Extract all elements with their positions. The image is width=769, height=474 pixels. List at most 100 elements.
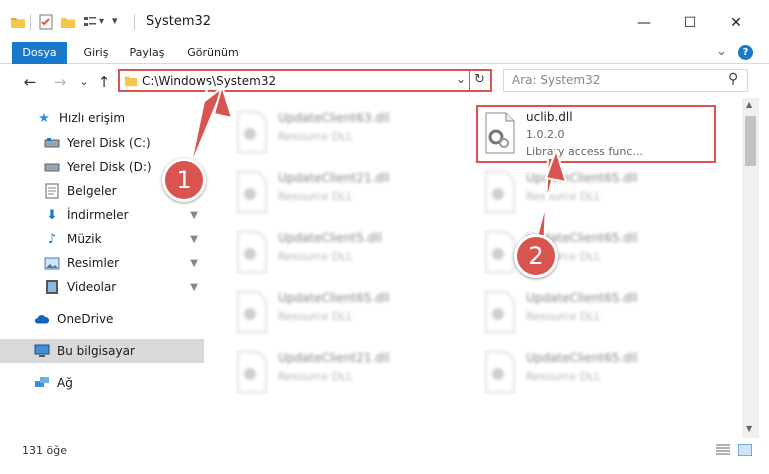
customize-toolbar-icon[interactable]: ▾	[112, 14, 118, 27]
file-type: Resource DLL	[278, 370, 353, 383]
dll-file-icon	[237, 171, 267, 213]
recent-locations-button[interactable]: ⌄	[74, 75, 94, 88]
dll-file-icon	[237, 231, 267, 273]
forward-button[interactable]: →	[50, 73, 70, 91]
dll-file-icon	[485, 351, 515, 393]
tab-home[interactable]: Giriş	[74, 42, 118, 64]
file-type: Resource DLL	[526, 370, 601, 383]
sidebar-item-label: Hızlı erişim	[59, 111, 126, 125]
file-item[interactable]: UpdateClient65.dll Resource DLL	[476, 284, 716, 342]
view-options-icon[interactable]	[82, 14, 98, 30]
file-item[interactable]: UpdateClient65.dll Resource DLL	[476, 224, 716, 282]
file-name: UpdateClient65.dll	[278, 291, 390, 305]
sidebar-item-network[interactable]: Ağ	[0, 371, 204, 395]
dll-file-icon	[237, 291, 267, 333]
view-dropdown-icon[interactable]: ▾	[99, 16, 104, 27]
pin-icon[interactable]: ▼	[190, 282, 198, 293]
address-bar[interactable]: C:\Windows\System32 ⌄ ↻	[118, 69, 492, 92]
new-folder-icon[interactable]	[60, 14, 76, 30]
file-version: 1.0.2.0	[526, 128, 565, 141]
status-bar: 131 öğe	[0, 438, 769, 474]
large-icons-view-icon[interactable]	[738, 444, 752, 456]
ribbon-tabs: Dosya Giriş Paylaş Görünüm ⌄ ?	[0, 42, 769, 64]
computer-icon	[34, 343, 50, 359]
file-list: UpdateClient63.dll Resource DLL UpdateCl…	[206, 98, 742, 438]
star-icon: ★	[38, 110, 50, 126]
sidebar-item-label: OneDrive	[57, 312, 114, 326]
file-item[interactable]: UpdateClient21.dll Resource DLL	[228, 344, 468, 402]
dll-file-icon	[485, 112, 515, 154]
separator	[134, 14, 135, 30]
file-type: Resource DLL	[526, 310, 601, 323]
address-text[interactable]: C:\Windows\System32	[142, 74, 276, 88]
pin-icon[interactable]: ▼	[190, 234, 198, 245]
file-item[interactable]: UpdateClient65.dll Resource DLL	[476, 164, 716, 222]
file-type: Resource DLL	[278, 250, 353, 263]
file-name: UpdateClient65.dll	[526, 351, 638, 365]
dll-file-icon	[237, 111, 267, 153]
sidebar-item-this-pc[interactable]: Bu bilgisayar	[0, 339, 204, 363]
sidebar-item-quick-access[interactable]: ★ Hızlı erişim	[0, 106, 204, 130]
documents-icon	[44, 183, 60, 199]
file-type: Resource DLL	[278, 310, 353, 323]
sidebar-item-local-disk-c[interactable]: Yerel Disk (C:)	[0, 131, 204, 155]
help-icon[interactable]: ?	[738, 45, 753, 60]
tab-share[interactable]: Paylaş	[122, 42, 172, 64]
sidebar-item-onedrive[interactable]: OneDrive	[0, 307, 204, 331]
sidebar-item-pictures[interactable]: Resimler ▼	[0, 251, 204, 275]
highlighted-file-uclib[interactable]: uclib.dll 1.0.2.0 Library access func...	[476, 105, 716, 163]
item-count: 131 öğe	[22, 444, 67, 457]
file-item[interactable]: UpdateClient21.dll Resource DLL	[228, 164, 468, 222]
separator	[469, 69, 470, 92]
maximize-button[interactable]: ☐	[667, 8, 713, 38]
sidebar-item-downloads[interactable]: ⬇ İndirmeler ▼	[0, 203, 204, 227]
close-button[interactable]: ✕	[713, 8, 759, 38]
refresh-icon[interactable]: ↻	[474, 72, 485, 87]
file-item[interactable]: UpdateClient5.dll Resource DLL	[228, 224, 468, 282]
file-item[interactable]: UpdateClient65.dll Resource DLL	[228, 284, 468, 342]
sidebar-item-label: Belgeler	[67, 184, 117, 198]
drive-icon	[44, 135, 60, 151]
folder-icon	[124, 76, 138, 87]
file-type: Resource DLL	[278, 130, 353, 143]
separator	[30, 14, 31, 30]
pin-icon[interactable]: ▼	[190, 210, 198, 221]
dll-file-icon	[485, 231, 515, 273]
back-button[interactable]: ←	[20, 73, 40, 91]
navigation-pane: ★ Hızlı erişim Yerel Disk (C:) Yerel Dis…	[0, 98, 206, 438]
details-view-icon[interactable]	[716, 444, 730, 456]
properties-icon[interactable]	[38, 14, 54, 30]
window-title: System32	[146, 14, 212, 29]
pin-icon[interactable]: ▼	[190, 258, 198, 269]
tab-view[interactable]: Görünüm	[180, 42, 246, 64]
sidebar-item-videos[interactable]: Videolar ▼	[0, 275, 204, 299]
sidebar-item-label: Müzik	[67, 232, 102, 246]
sidebar-item-label: Videolar	[67, 280, 117, 294]
file-item[interactable]: UpdateClient65.dll Resource DLL	[476, 344, 716, 402]
file-name: UpdateClient5.dll	[278, 231, 382, 245]
sidebar-item-label: Yerel Disk (D:)	[67, 160, 152, 174]
scroll-down-icon[interactable]: ▼	[746, 424, 752, 433]
step-badge-2: 2	[514, 234, 558, 278]
sidebar-item-label: Resimler	[67, 256, 120, 270]
file-item[interactable]: UpdateClient63.dll Resource DLL	[228, 104, 468, 162]
file-name: UpdateClient21.dll	[278, 171, 390, 185]
file-type: Resource DLL	[278, 190, 353, 203]
dll-file-icon	[485, 171, 515, 213]
sidebar-item-label: Yerel Disk (C:)	[67, 136, 151, 150]
address-dropdown-icon[interactable]: ⌄	[456, 72, 466, 86]
pictures-icon	[44, 255, 60, 271]
sidebar-item-label: Bu bilgisayar	[57, 344, 135, 358]
sidebar-item-music[interactable]: ♪ Müzik ▼	[0, 227, 204, 251]
search-icon[interactable]: ⚲	[728, 71, 738, 87]
tab-file[interactable]: Dosya	[12, 42, 67, 64]
dll-file-icon	[237, 351, 267, 393]
scrollbar-thumb[interactable]	[745, 116, 756, 166]
up-button[interactable]: ↑	[94, 73, 114, 91]
minimize-button[interactable]: —	[621, 8, 667, 38]
collapse-ribbon-icon[interactable]: ⌄	[716, 44, 727, 59]
search-box[interactable]: Ara: System32 ⚲	[503, 69, 748, 92]
folder-icon	[11, 18, 25, 28]
scroll-up-icon[interactable]: ▲	[746, 100, 752, 109]
search-placeholder[interactable]: Ara: System32	[512, 73, 600, 87]
